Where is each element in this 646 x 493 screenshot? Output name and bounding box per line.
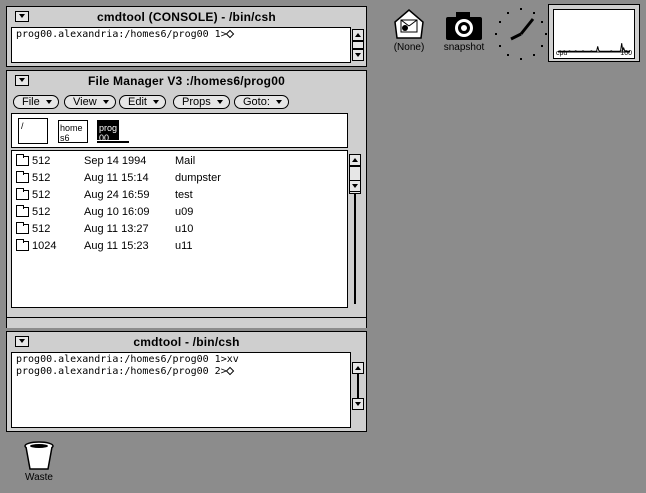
folder-icon [16,222,29,234]
chevron-down-icon [216,100,223,104]
path-item-root[interactable]: / [18,118,48,144]
file-size: 512 [32,189,51,201]
file-manager-window: File Manager V3 :/homes6/prog00 File Vie… [6,70,367,328]
file-size: 512 [32,155,51,167]
file-row[interactable]: 1024 Aug 11 15:23 u11 [12,238,347,254]
shell-text-pane[interactable]: prog00.alexandria:/homes6/prog00 1>xv pr… [11,352,351,428]
mail-label: (None) [393,42,425,53]
scroll-down-arrow-icon[interactable] [349,180,361,192]
path-label: prog00 [99,123,118,143]
mailtool-icon[interactable]: (None) [388,8,430,58]
file-row[interactable]: 512 Aug 11 15:14 dumpster [12,170,347,186]
file-date: Aug 11 15:23 [84,240,149,252]
file-size: 512 [32,223,51,235]
file-name: u11 [175,240,193,252]
path-label: homes6 [60,123,83,143]
waste-basket[interactable]: Waste [16,440,62,488]
file-date: Aug 11 15:14 [84,172,149,184]
chevron-down-icon [102,100,109,104]
menu-label: File [22,96,40,108]
path-item-homes6[interactable]: homes6 [58,120,88,143]
scroll-down-arrow-icon[interactable] [352,49,364,61]
chevron-down-icon [45,100,52,104]
scroll-down-arrow-icon[interactable] [352,398,364,410]
chevron-down-icon [152,100,159,104]
file-row[interactable]: 512 Aug 11 13:27 u10 [12,221,347,237]
console-title: cmdtool (CONSOLE) - /bin/csh [97,10,276,24]
clock-icon[interactable] [493,6,549,62]
props-menu-button[interactable]: Props [173,95,230,109]
window-resize-bar[interactable] [7,317,366,328]
scroll-track[interactable] [357,374,359,398]
edit-menu-button[interactable]: Edit [119,95,166,109]
menu-label: View [73,96,97,108]
path-item-prog00[interactable]: prog00 [97,120,119,143]
chevron-down-icon [275,100,282,104]
snapshot-tool[interactable]: snapshot [438,10,490,58]
file-row[interactable]: 512 Aug 24 16:59 test [12,187,347,203]
menu-label: Edit [128,96,147,108]
file-name: u09 [175,206,194,218]
perfmeter-graph: cpu 100 [553,9,635,59]
text-caret-icon [227,368,233,375]
path-pane: / homes6 prog00 [11,113,348,148]
menu-label: Props [182,96,211,108]
shell-titlebar[interactable]: cmdtool - /bin/csh [7,332,366,352]
file-size: 512 [32,206,51,218]
folder-icon [16,154,29,166]
path-label: / [21,121,24,131]
shell-title: cmdtool - /bin/csh [133,335,240,349]
scroll-elevator[interactable] [352,41,364,49]
file-date: Aug 10 16:09 [84,206,150,218]
folder-icon [16,239,29,251]
file-size: 1024 [32,240,57,252]
shell-window: cmdtool - /bin/csh prog00.alexandria:/ho… [6,331,367,432]
file-name: Mail [175,155,196,167]
file-date: Aug 11 13:27 [84,223,149,235]
shell-line-1: prog00.alexandria:/homes6/prog00 1>xv [16,354,239,365]
camera-icon [446,12,482,40]
scroll-up-arrow-icon[interactable] [352,362,364,374]
menu-label: Goto: [243,96,270,108]
console-text-pane[interactable]: prog00.alexandria:/homes6/prog00 1> [11,27,351,63]
file-name: u10 [175,223,194,235]
shell-scrollbar[interactable] [352,352,366,428]
waste-label: Waste [25,472,53,483]
file-date: Aug 24 16:59 [84,189,150,201]
console-titlebar[interactable]: cmdtool (CONSOLE) - /bin/csh [7,7,366,27]
file-menu-button[interactable]: File [13,95,59,109]
folder-icon [16,188,29,200]
scroll-track[interactable] [354,194,356,304]
file-row[interactable]: 512 Aug 10 16:09 u09 [12,204,347,220]
path-underline [97,141,129,143]
file-name: dumpster [175,172,221,184]
perf-line [558,43,630,53]
snapshot-label: snapshot [443,42,485,53]
console-scrollbar[interactable] [352,27,366,63]
view-menu-button[interactable]: View [64,95,116,109]
file-manager-titlebar[interactable]: File Manager V3 :/homes6/prog00 [7,71,366,91]
mailbox-icon [394,9,424,39]
scroll-up-arrow-icon[interactable] [352,29,364,41]
folder-icon [16,205,29,217]
file-name: test [175,189,193,201]
perfmeter[interactable]: cpu 100 [548,4,640,62]
shell-line-2: prog00.alexandria:/homes6/prog00 2> [16,366,227,377]
trash-icon [24,441,54,470]
goto-menu-button[interactable]: Goto: [234,95,289,109]
console-line-1: prog00.alexandria:/homes6/prog00 1> [16,29,227,40]
perf-max: 100 [620,50,632,57]
file-date: Sep 14 1994 [84,155,147,167]
file-size: 512 [32,172,51,184]
folder-icon [16,171,29,183]
scroll-up-arrow-icon[interactable] [349,154,361,166]
text-caret-icon [227,31,233,38]
file-list-pane[interactable]: 512 Sep 14 1994 Mail 512 Aug 11 15:14 du… [11,150,348,308]
perf-label: cpu [556,50,568,57]
file-manager-title: File Manager V3 :/homes6/prog00 [88,74,285,88]
file-list-scrollbar[interactable] [349,150,363,308]
console-window: cmdtool (CONSOLE) - /bin/csh prog00.alex… [6,6,367,67]
file-row[interactable]: 512 Sep 14 1994 Mail [12,153,347,169]
